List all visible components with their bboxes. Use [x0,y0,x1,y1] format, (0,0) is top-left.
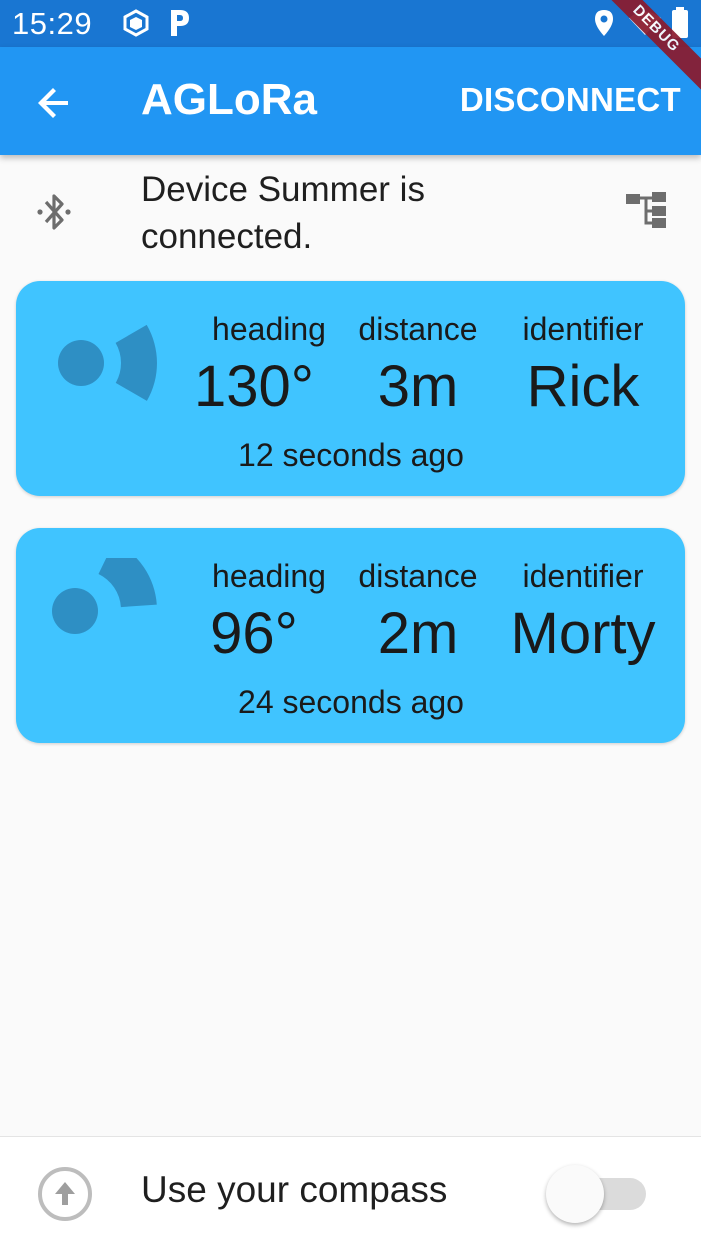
compass-bar: Use your compass [0,1136,701,1246]
distance-label: distance [358,558,478,594]
identifier-value: Rick [526,354,640,419]
compass-toggle[interactable] [546,1163,646,1223]
heading-value: 96° [210,601,298,666]
compass-label: Use your compass [141,1169,448,1210]
arrow-back-icon [38,88,68,118]
identifier-value: Morty [510,601,656,666]
last-seen-text: 24 seconds ago [238,684,464,720]
back-button[interactable] [30,79,78,127]
heading-label: heading [212,311,326,347]
toggle-thumb [546,1165,604,1223]
direction-indicator-icon [46,311,176,446]
contact-card[interactable]: heading distance identifier 96° 2m Morty… [16,528,685,743]
identifier-label: identifier [522,558,644,594]
heading-label: heading [212,558,326,594]
identifier-label: identifier [522,311,644,347]
device-status-row: Device Summer is connected. [0,162,701,262]
bluetooth-icon [34,190,74,239]
app-bar: AGLoRa DISCONNECT [0,47,701,155]
disconnect-button[interactable]: DISCONNECT [460,81,681,119]
distance-value: 2m [377,601,459,666]
storage-icon [121,8,151,43]
status-time: 15:29 [12,6,93,41]
parking-p-icon [166,6,192,43]
last-seen-text: 12 seconds ago [238,437,464,473]
contact-card[interactable]: heading distance identifier 130° 3m Rick… [16,281,685,496]
device-status-text: Device Summer is connected. [141,170,425,256]
heading-value: 130° [194,354,314,419]
location-icon [593,8,615,43]
distance-value: 3m [377,354,459,419]
direction-indicator-icon [46,541,176,693]
status-bar: 15:29 [0,0,701,47]
page-title: AGLoRa [141,75,317,124]
distance-label: distance [358,311,478,347]
device-tree-icon[interactable] [624,190,668,235]
compass-arrow-up-icon [36,1165,94,1228]
